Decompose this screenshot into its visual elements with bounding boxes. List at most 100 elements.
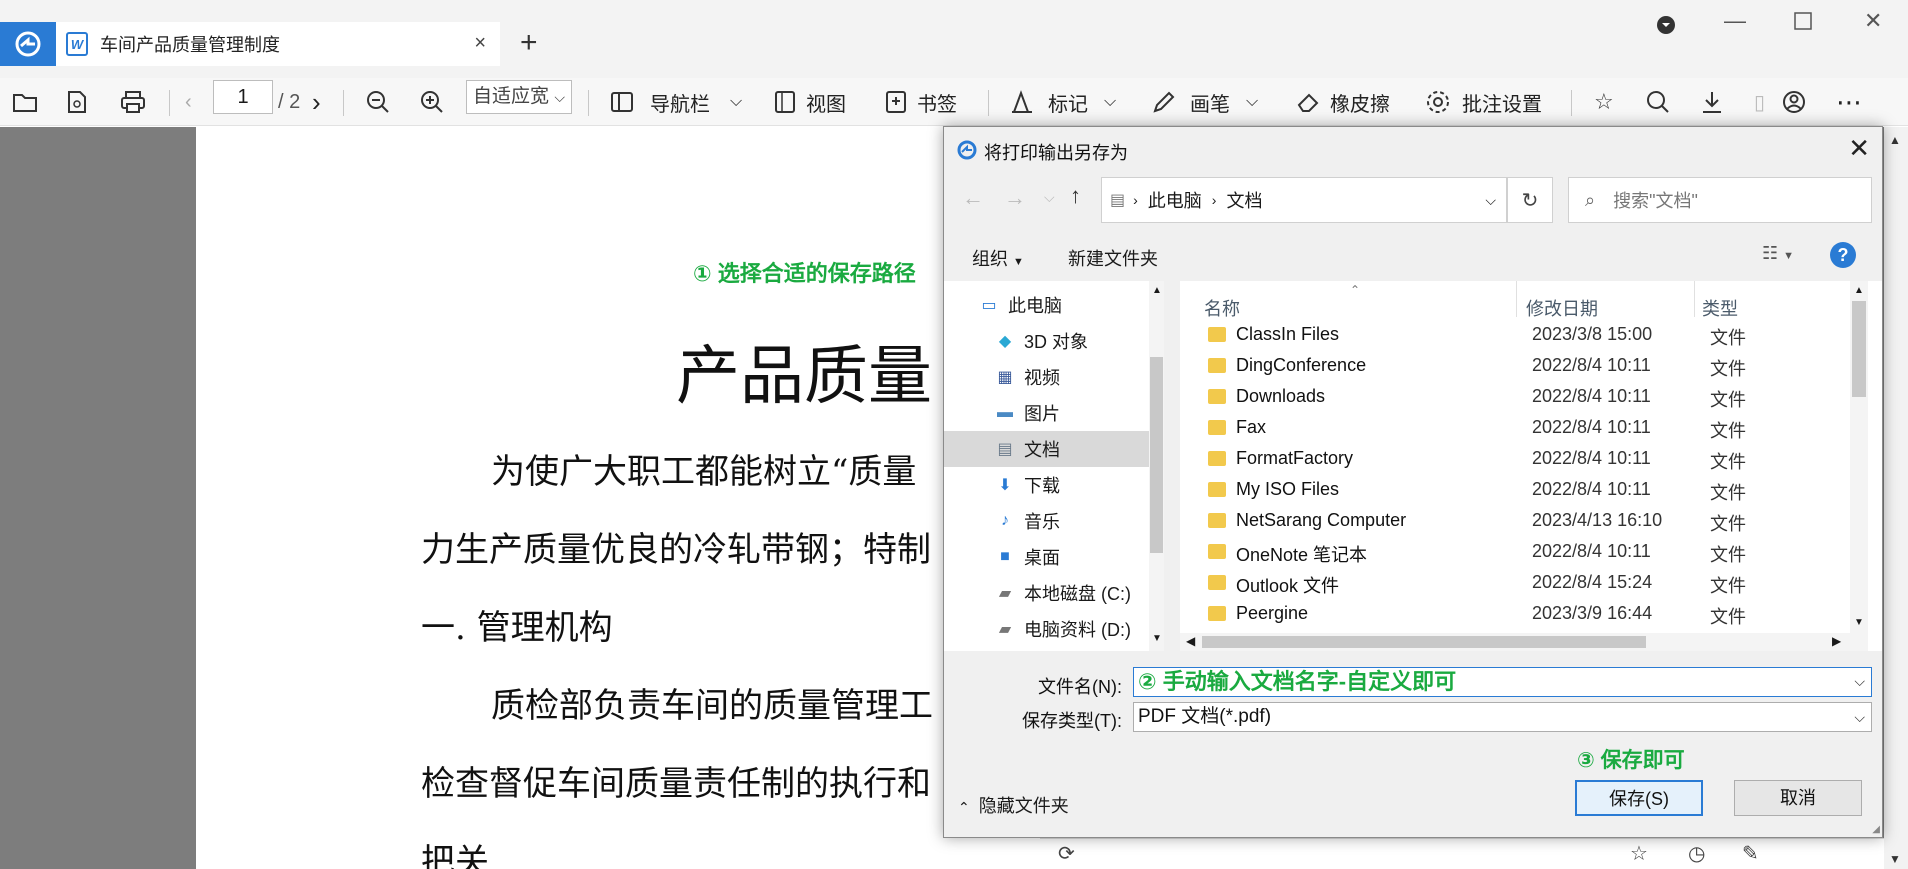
column-name[interactable]: 名称	[1204, 295, 1240, 321]
scroll-thumb[interactable]	[1202, 636, 1646, 648]
open-folder-icon[interactable]	[12, 78, 38, 126]
file-row[interactable]: Peergine 2023/3/9 16:44 文件	[1180, 598, 1850, 633]
nav-pane-button[interactable]: 导航栏 ⌵	[610, 78, 742, 126]
chevron-down-icon[interactable]: ⌵	[1854, 668, 1865, 695]
scroll-down-icon[interactable]: ▼	[1152, 633, 1162, 644]
next-page-icon[interactable]: ›	[312, 78, 321, 126]
tab-document[interactable]: W 车间产品质量管理制度 ×	[56, 22, 500, 66]
print-icon[interactable]	[120, 78, 146, 126]
file-row[interactable]: FormatFactory 2022/8/4 10:11 文件	[1180, 443, 1850, 474]
scroll-down-icon[interactable]: ▼	[1854, 617, 1864, 628]
scroll-up-icon[interactable]: ▲	[1152, 285, 1162, 296]
pen-button[interactable]: 画笔 ⌵	[1152, 78, 1258, 126]
nav-item-desktop[interactable]: ■ 桌面	[944, 539, 1149, 575]
search-icon[interactable]	[1646, 78, 1670, 126]
star-icon[interactable]: ☆	[1630, 841, 1648, 866]
zoom-out-icon[interactable]	[366, 78, 390, 126]
file-row[interactable]: DingConference 2022/8/4 10:11 文件	[1180, 350, 1850, 381]
nav-item-this-pc[interactable]: ▭ 此电脑	[944, 287, 1149, 323]
nav-item-music[interactable]: ♪ 音乐	[944, 503, 1149, 539]
vertical-scrollbar[interactable]: ▲ ▼	[1850, 281, 1868, 651]
annotation-settings-button[interactable]: 批注设置	[1426, 78, 1542, 126]
zoom-select[interactable]: 自适应宽 ⌵	[466, 80, 572, 114]
file-row[interactable]: ClassIn Files 2023/3/8 15:00 文件	[1180, 319, 1850, 350]
close-window-icon[interactable]: ✕	[1864, 8, 1882, 34]
nav-item-drive-c[interactable]: ▰ 本地磁盘 (C:)	[944, 575, 1149, 611]
chevron-down-icon[interactable]: ⌵	[1246, 93, 1258, 111]
page-icon[interactable]: ▯	[1754, 78, 1765, 126]
help-icon[interactable]: ?	[1830, 242, 1856, 268]
scroll-up-icon[interactable]: ▲	[1889, 133, 1901, 147]
rotate-icon[interactable]: ⟳	[1058, 841, 1075, 866]
horizontal-scrollbar[interactable]: ◀ ▶	[1180, 633, 1850, 651]
nav-item-downloads[interactable]: ⬇ 下载	[944, 467, 1149, 503]
eraser-button[interactable]: 橡皮擦	[1296, 78, 1390, 126]
file-row[interactable]: Downloads 2022/8/4 10:11 文件	[1180, 381, 1850, 412]
tools-icon[interactable]: ✎	[1742, 841, 1759, 866]
bookmark-button[interactable]: 书签	[885, 78, 957, 126]
nav-item-videos[interactable]: ▦ 视频	[944, 359, 1149, 395]
chevron-down-icon[interactable]: ⌵	[1854, 703, 1865, 731]
scroll-right-icon[interactable]: ▶	[1832, 634, 1841, 648]
forward-arrow-icon[interactable]: →	[1004, 185, 1026, 211]
resize-grip-icon[interactable]: ◢	[1872, 824, 1880, 835]
maximize-icon[interactable]	[1794, 10, 1812, 36]
breadcrumb-documents[interactable]: 文档	[1226, 187, 1262, 213]
favorite-star-icon[interactable]: ☆	[1594, 78, 1614, 126]
nav-scrollbar[interactable]: ▲ ▼	[1149, 281, 1164, 651]
zoom-in-icon[interactable]	[420, 78, 444, 126]
nav-item-drive-d[interactable]: ▰ 电脑资料 (D:)	[944, 611, 1149, 647]
new-tab-button[interactable]: +	[520, 26, 538, 60]
scroll-thumb[interactable]	[1150, 357, 1163, 553]
filetype-select[interactable]: PDF 文档(*.pdf) ⌵	[1133, 702, 1872, 732]
chevron-down-icon[interactable]: ⌵	[1104, 93, 1116, 111]
column-type[interactable]: 类型	[1702, 295, 1738, 321]
scroll-thumb[interactable]	[1852, 301, 1866, 397]
page-number-input[interactable]: 1	[213, 80, 273, 114]
chevron-down-icon[interactable]: ⌵	[1485, 192, 1496, 209]
column-divider[interactable]	[1516, 281, 1517, 317]
hide-folders-toggle[interactable]: ⌃ 隐藏文件夹	[958, 792, 1069, 818]
back-arrow-icon[interactable]: ←	[962, 185, 984, 211]
file-row[interactable]: Outlook 文件 2022/8/4 15:24 文件	[1180, 567, 1850, 598]
view-options-icon[interactable]: ☷ ▼	[1762, 243, 1794, 264]
organize-button[interactable]: 组织 ▼	[972, 245, 1024, 271]
document-scrollbar[interactable]: ▲ ▼	[1884, 127, 1908, 869]
file-row[interactable]: My ISO Files 2022/8/4 10:11 文件	[1180, 474, 1850, 505]
nav-item-3d-objects[interactable]: ◆ 3D 对象	[944, 323, 1149, 359]
more-icon[interactable]: ⋯	[1836, 78, 1862, 126]
mark-button[interactable]: 标记 ⌵	[1010, 78, 1116, 126]
breadcrumb-this-pc[interactable]: 此电脑	[1148, 187, 1202, 213]
cancel-button[interactable]: 取消	[1734, 780, 1862, 816]
column-divider[interactable]	[1694, 281, 1695, 317]
column-date[interactable]: 修改日期	[1526, 295, 1598, 321]
clock-icon[interactable]: ◷	[1688, 841, 1705, 866]
prev-page-icon[interactable]: ‹	[185, 78, 192, 126]
close-icon[interactable]: ✕	[1848, 133, 1870, 164]
nav-item-pictures[interactable]: ▬ 图片	[944, 395, 1149, 431]
recent-dropdown-icon[interactable]: ⌵	[1044, 189, 1055, 206]
up-arrow-icon[interactable]: ↑	[1070, 183, 1081, 209]
search-input[interactable]: ⌕ 搜索"文档"	[1568, 177, 1872, 223]
save-button[interactable]: 保存(S)	[1575, 780, 1703, 816]
scroll-up-icon[interactable]: ▲	[1854, 285, 1864, 296]
view-button[interactable]: 视图	[774, 78, 846, 126]
new-folder-button[interactable]: 新建文件夹	[1068, 245, 1158, 271]
file-row[interactable]: OneNote 笔记本 2022/8/4 10:11 文件	[1180, 536, 1850, 567]
profile-icon[interactable]	[1782, 78, 1806, 126]
address-bar[interactable]: ▤ › 此电脑 › 文档 ⌵	[1101, 177, 1507, 223]
profile-dropdown-icon[interactable]	[1655, 14, 1677, 42]
minimize-icon[interactable]: —	[1724, 8, 1746, 34]
file-row[interactable]: NetSarang Computer 2023/4/13 16:10 文件	[1180, 505, 1850, 536]
close-tab-icon[interactable]: ×	[474, 32, 486, 55]
file-row[interactable]: Fax 2022/8/4 10:11 文件	[1180, 412, 1850, 443]
app-logo[interactable]	[0, 22, 56, 66]
download-icon[interactable]	[1700, 78, 1724, 126]
save-pdf-icon[interactable]	[66, 78, 88, 126]
refresh-icon[interactable]: ↻	[1507, 177, 1553, 223]
nav-item-documents[interactable]: ▤ 文档	[944, 431, 1149, 467]
scroll-left-icon[interactable]: ◀	[1186, 634, 1195, 648]
chevron-down-icon[interactable]: ⌵	[730, 93, 742, 111]
filename-input[interactable]: ② 手动输入文档名字-自定义即可 ⌵	[1133, 667, 1872, 697]
scroll-down-icon[interactable]: ▼	[1889, 852, 1901, 866]
